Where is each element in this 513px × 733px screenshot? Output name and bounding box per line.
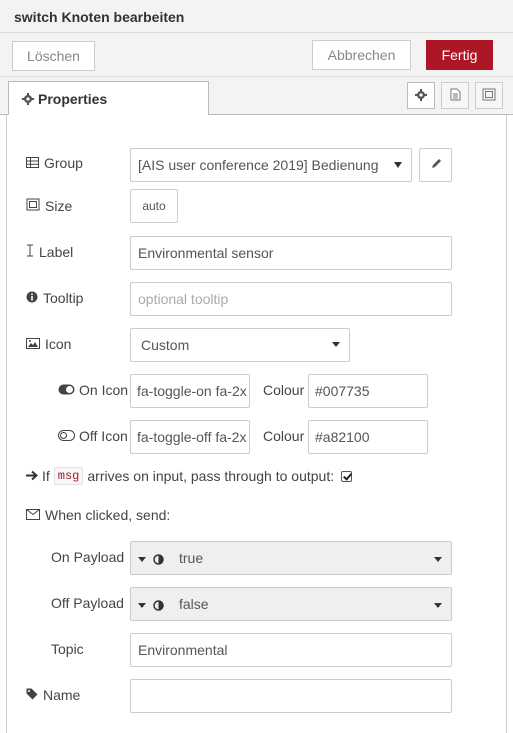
tooltip-label: Tooltip <box>43 290 84 306</box>
size-button[interactable]: auto <box>130 189 178 223</box>
off-colour-label: Colour <box>263 428 305 444</box>
tab-properties[interactable]: Properties <box>8 81 209 116</box>
msg-code: msg <box>53 467 84 485</box>
pencil-icon <box>430 149 442 181</box>
dialog-title: switch Knoten bearbeiten <box>0 0 513 33</box>
off-colour-input[interactable]: #a82100 <box>308 420 428 454</box>
edit-group-button[interactable] <box>419 148 452 182</box>
when-clicked-label: When clicked, send: <box>45 507 171 523</box>
off-payload-value: false <box>179 596 209 612</box>
document-icon <box>450 88 461 104</box>
gear-icon <box>415 88 427 104</box>
boolean-type-icon <box>153 552 164 568</box>
when-clicked-row-label: When clicked, send: <box>26 507 170 523</box>
chevron-down-icon <box>394 162 402 168</box>
group-select[interactable]: [AIS user conference 2019] Bedienung <box>130 148 412 182</box>
on-payload-value: true <box>179 550 204 566</box>
toggle-on-icon <box>58 382 75 398</box>
type-dropdown-icon <box>138 603 146 608</box>
size-label: Size <box>45 198 73 214</box>
image-icon <box>26 336 40 352</box>
done-button[interactable]: Fertig <box>426 40 493 70</box>
label-input[interactable]: Environmental sensor <box>130 236 452 270</box>
tab-description[interactable] <box>441 82 469 109</box>
boolean-type-icon <box>153 598 164 614</box>
on-icon-row-label: On Icon <box>58 382 128 398</box>
label-row-label: Label <box>26 244 73 260</box>
passthrough-row: If msg arrives on input, pass through to… <box>26 467 353 485</box>
on-colour-label: Colour <box>263 382 305 398</box>
name-row-label: Name <box>26 687 80 703</box>
tab-settings[interactable] <box>407 82 435 109</box>
off-icon-label: Off Icon <box>79 428 128 444</box>
delete-button[interactable]: Löschen <box>12 41 95 71</box>
on-colour-input[interactable]: #007735 <box>308 374 428 408</box>
group-row-label: Group <box>26 155 83 171</box>
passthrough-text: arrives on input, pass through to output… <box>87 468 335 484</box>
on-payload-label: On Payload <box>51 549 125 565</box>
icon-select[interactable]: Custom <box>130 328 350 362</box>
tab-appearance[interactable] <box>475 82 503 109</box>
off-payload-input[interactable]: false <box>130 587 452 621</box>
tab-properties-label: Properties <box>38 91 108 107</box>
tag-icon <box>26 687 38 703</box>
on-icon-label: On Icon <box>79 382 129 398</box>
off-icon-row-label: Off Icon <box>58 428 128 444</box>
passthrough-checkbox[interactable] <box>341 470 353 482</box>
topic-label: Topic <box>51 641 84 657</box>
text-cursor-icon <box>26 244 34 260</box>
icon-select-value: Custom <box>141 337 190 353</box>
tooltip-row-label: Tooltip <box>26 290 83 306</box>
arrow-right-icon <box>26 468 39 484</box>
size-row-label: Size <box>26 198 72 214</box>
toggle-off-icon <box>58 428 75 444</box>
tab-bar: Properties <box>0 77 513 116</box>
table-icon <box>26 155 39 171</box>
icon-label: Icon <box>45 336 72 352</box>
resize-icon <box>26 198 40 214</box>
chevron-down-icon <box>332 342 340 347</box>
topic-input[interactable]: Environmental <box>130 633 452 667</box>
group-select-value: [AIS user conference 2019] Bedienung <box>138 157 379 173</box>
frame-icon <box>482 88 496 104</box>
on-icon-input[interactable]: fa-toggle-on fa-2x <box>130 374 250 408</box>
dialog-toolbar: Löschen Abbrechen Fertig <box>0 33 513 77</box>
off-payload-label: Off Payload <box>51 595 124 611</box>
off-icon-input[interactable]: fa-toggle-off fa-2x <box>130 420 250 454</box>
gear-icon <box>22 92 34 108</box>
icon-row-label: Icon <box>26 336 71 352</box>
passthrough-prefix: If <box>42 468 50 484</box>
group-label: Group <box>44 155 83 171</box>
tooltip-input[interactable]: optional tooltip <box>130 282 452 316</box>
on-payload-input[interactable]: true <box>130 541 452 575</box>
name-label: Name <box>43 687 81 703</box>
info-icon <box>26 290 38 306</box>
type-dropdown-icon <box>138 557 146 562</box>
envelope-icon <box>26 507 40 523</box>
label-label: Label <box>39 244 74 260</box>
cancel-button[interactable]: Abbrechen <box>312 40 411 70</box>
chevron-down-icon <box>434 557 442 562</box>
chevron-down-icon <box>434 603 442 608</box>
name-input[interactable] <box>130 679 452 713</box>
